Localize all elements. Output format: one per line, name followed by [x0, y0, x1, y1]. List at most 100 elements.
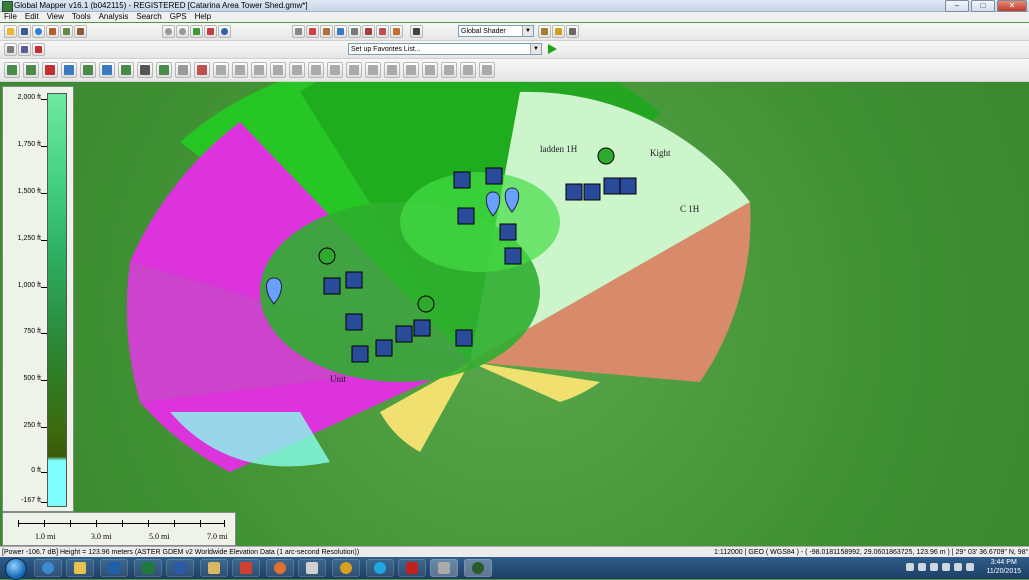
digitizer-tool-25[interactable] — [460, 62, 476, 78]
contrast-button[interactable] — [566, 25, 579, 38]
tower-marker[interactable] — [323, 277, 341, 295]
info-tool-button[interactable] — [334, 25, 347, 38]
tower-marker[interactable] — [619, 177, 637, 195]
taskbar-app-5[interactable] — [430, 559, 458, 577]
digitizer-tool-18[interactable] — [327, 62, 343, 78]
digitizer-tool-10[interactable] — [175, 62, 191, 78]
map-view[interactable]: ladden 1H Kight C 1H Unit — [0, 82, 1029, 546]
digitizer-tool-24[interactable] — [441, 62, 457, 78]
tray-icon[interactable] — [906, 563, 914, 571]
tower-marker[interactable] — [565, 183, 583, 201]
taskbar-skype[interactable] — [366, 559, 394, 577]
tower-marker[interactable] — [485, 167, 503, 185]
taskbar-app-3[interactable] — [266, 559, 294, 577]
menu-search[interactable]: Search — [132, 12, 165, 22]
taskbar-app-2[interactable] — [232, 559, 260, 577]
menu-analysis[interactable]: Analysis — [95, 12, 133, 22]
view-shed-button[interactable] — [362, 25, 375, 38]
close-button[interactable]: ✕ — [997, 0, 1027, 12]
select-tool-button[interactable] — [292, 25, 305, 38]
tray-icon[interactable] — [966, 563, 974, 571]
tower-marker[interactable] — [455, 329, 473, 347]
menu-tools[interactable]: Tools — [68, 12, 95, 22]
tower-marker[interactable] — [375, 339, 393, 357]
digitizer-tool-26[interactable] — [479, 62, 495, 78]
digitizer-tool-15[interactable] — [270, 62, 286, 78]
taskbar-outlook[interactable] — [100, 559, 128, 577]
tower-marker[interactable] — [395, 325, 413, 343]
taskbar-app-1[interactable] — [200, 559, 228, 577]
digitizer-tool-22[interactable] — [403, 62, 419, 78]
clock[interactable]: 3:44 PM 11/20/2015 — [986, 558, 1021, 576]
tower-marker[interactable] — [499, 223, 517, 241]
digitizer-tool-13[interactable] — [232, 62, 248, 78]
menu-edit[interactable]: Edit — [21, 12, 43, 22]
taskbar-chrome[interactable] — [332, 559, 360, 577]
digitizer-tool-5[interactable] — [80, 62, 96, 78]
maximize-button[interactable]: □ — [971, 0, 995, 12]
dropdown-button[interactable] — [390, 25, 403, 38]
star-marker-icon[interactable] — [318, 247, 336, 265]
taskbar-excel[interactable] — [134, 559, 162, 577]
tray-icon[interactable] — [942, 563, 950, 571]
digitizer-tool-11[interactable] — [194, 62, 210, 78]
favorites-button[interactable] — [4, 43, 17, 56]
menu-view[interactable]: View — [43, 12, 68, 22]
digitizer-tool-14[interactable] — [251, 62, 267, 78]
digitizer-tool-6[interactable] — [99, 62, 115, 78]
tower-marker[interactable] — [351, 345, 369, 363]
tower-marker[interactable] — [345, 313, 363, 331]
download-data-button[interactable] — [32, 25, 45, 38]
digitizer-tool-3[interactable] — [42, 62, 58, 78]
digitizer-tool-1[interactable] — [4, 62, 20, 78]
tower-marker[interactable] — [603, 177, 621, 195]
digitizer-tool-16[interactable] — [289, 62, 305, 78]
3d-path-button[interactable] — [348, 25, 361, 38]
run-favorite-icon[interactable] — [548, 44, 557, 54]
remove-button[interactable] — [32, 43, 45, 56]
zoom-full-button[interactable] — [190, 25, 203, 38]
taskbar-explorer[interactable] — [66, 559, 94, 577]
zoom-out-button[interactable] — [176, 25, 189, 38]
home-button[interactable] — [204, 25, 217, 38]
menu-file[interactable]: File — [0, 12, 21, 22]
digitizer-tool-4[interactable] — [61, 62, 77, 78]
menu-gps[interactable]: GPS — [166, 12, 191, 22]
print-button[interactable] — [46, 25, 59, 38]
save-button[interactable] — [18, 25, 31, 38]
overlay-control-button[interactable] — [60, 25, 73, 38]
star-marker-icon[interactable] — [417, 295, 435, 313]
minimize-button[interactable]: – — [945, 0, 969, 12]
digitizer-tool-8[interactable] — [137, 62, 153, 78]
tower-marker[interactable] — [413, 319, 431, 337]
taskbar-app-4[interactable] — [298, 559, 326, 577]
lighting-button[interactable] — [552, 25, 565, 38]
start-button[interactable] — [5, 558, 27, 580]
shader-select[interactable]: Global Shader ▼ — [458, 25, 534, 37]
config-button[interactable] — [74, 25, 87, 38]
tower-marker[interactable] — [504, 247, 522, 265]
digitizer-tool-20[interactable] — [365, 62, 381, 78]
digitizer-tool-19[interactable] — [346, 62, 362, 78]
favorites-select[interactable]: Set up Favorites List... ▼ — [348, 43, 542, 55]
control-center-button[interactable] — [376, 25, 389, 38]
digitizer-tool-23[interactable] — [422, 62, 438, 78]
star-marker-icon[interactable] — [597, 147, 615, 165]
binoculars-button[interactable] — [410, 25, 423, 38]
zoom-in-button[interactable] — [162, 25, 175, 38]
digitizer-tool-12[interactable] — [213, 62, 229, 78]
measure-tool-button[interactable] — [306, 25, 319, 38]
tray-icon[interactable] — [954, 563, 962, 571]
taskbar-word[interactable] — [166, 559, 194, 577]
tower-marker[interactable] — [345, 271, 363, 289]
digitizer-tool-21[interactable] — [384, 62, 400, 78]
taskbar-acrobat[interactable] — [398, 559, 426, 577]
refresh-button[interactable] — [218, 25, 231, 38]
taskbar-ie[interactable] — [34, 559, 62, 577]
digitizer-button[interactable] — [320, 25, 333, 38]
tray-icon[interactable] — [930, 563, 938, 571]
digitizer-tool-7[interactable] — [118, 62, 134, 78]
tower-marker[interactable] — [453, 171, 471, 189]
shader-options-button[interactable] — [538, 25, 551, 38]
map-canvas[interactable]: ladden 1H Kight C 1H Unit — [0, 82, 1029, 546]
